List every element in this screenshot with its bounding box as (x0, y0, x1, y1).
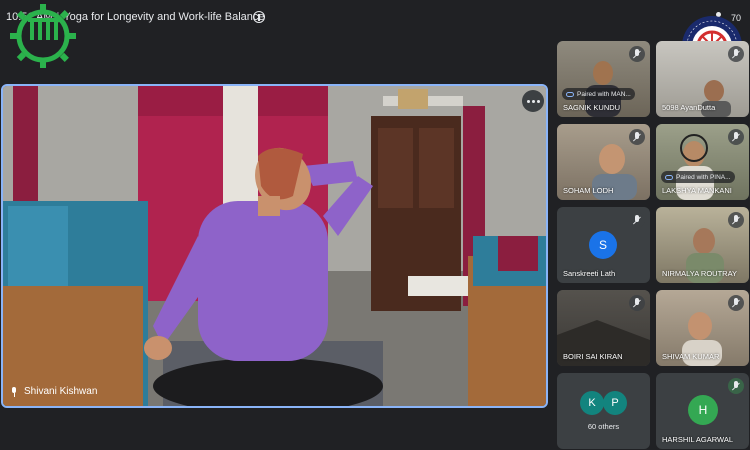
participant-name: 5098 AyanDutta (662, 103, 716, 112)
participant-tile-lakshya-mankani[interactable]: Paired with PINA... LAKSHYA MANKANI (656, 124, 749, 200)
more-dot (526, 99, 530, 103)
mic-off-icon (629, 46, 645, 62)
more-dot (536, 99, 540, 103)
participant-name: SOHAM LODH (563, 186, 614, 195)
avatar: S (589, 231, 617, 259)
more-options-button[interactable] (522, 90, 544, 112)
participant-name: Sanskreeti Lath (563, 269, 616, 278)
mic-off-icon (629, 212, 645, 228)
participant-name: LAKSHYA MANKANI (662, 186, 732, 195)
main-speaker-name: Shivani Kishwan (24, 386, 98, 397)
paired-badge: Paired with PINA... (661, 171, 735, 183)
more-dot (531, 99, 535, 103)
mic-off-icon (728, 212, 744, 228)
mic-off-icon (728, 46, 744, 62)
institute-logo (10, 4, 76, 68)
mic-off-icon (728, 129, 744, 145)
participant-tile-harshil-agarwal[interactable]: H HARSHIL AGARWAL (656, 373, 749, 449)
main-speaker-label: Shivani Kishwan (10, 386, 97, 397)
mic-speaking-icon (728, 378, 744, 394)
participant-tile-soham-lodh[interactable]: SOHAM LODH (557, 124, 650, 200)
paired-icon (665, 174, 673, 180)
participant-tile-nirmalya-routray[interactable]: NIRMALYA ROUTRAY (656, 207, 749, 283)
main-video-scene (3, 86, 546, 406)
participant-tile-shivam-kumar[interactable]: SHIVAM KUMAR (656, 290, 749, 366)
meeting-header: 10:51 AM | Yoga for Longevity and Work-lif… (0, 0, 750, 36)
participant-tile-boiri-sai-kiran[interactable]: BOIRI SAI KIRAN (557, 290, 650, 366)
paired-badge: Paired with MAN... (562, 88, 635, 100)
participant-tile-ayan-dutta[interactable]: 5098 AyanDutta (656, 41, 749, 117)
participant-name: BOIRI SAI KIRAN (563, 352, 623, 361)
paired-text: Paired with PINA... (676, 173, 731, 181)
pin-icon (10, 386, 18, 397)
others-tile[interactable]: K P 60 others (557, 373, 650, 449)
participant-name: HARSHIL AGARWAL (662, 435, 733, 444)
paired-icon (566, 91, 574, 97)
participant-tile-sanskreeti-lath[interactable]: S Sanskreeti Lath (557, 207, 650, 283)
paired-text: Paired with MAN... (577, 90, 631, 98)
mic-off-icon (629, 295, 645, 311)
others-count: 60 others (587, 422, 620, 431)
participant-name: SHIVAM KUMAR (662, 352, 720, 361)
mic-off-icon (629, 129, 645, 145)
main-speaker-video[interactable] (1, 84, 548, 408)
mic-off-icon (728, 295, 744, 311)
participant-name: SAGNIK KUNDU (563, 103, 621, 112)
avatar: K (580, 391, 604, 415)
info-icon[interactable] (253, 11, 265, 23)
avatar: H (688, 395, 718, 425)
participant-name: NIRMALYA ROUTRAY (662, 269, 738, 278)
meeting-title: Yoga for Longevity and Work-life Balance (63, 11, 265, 23)
participant-tile-sagnik-kundu[interactable]: Paired with MAN... SAGNIK KUNDU (557, 41, 650, 117)
avatar: P (603, 391, 627, 415)
